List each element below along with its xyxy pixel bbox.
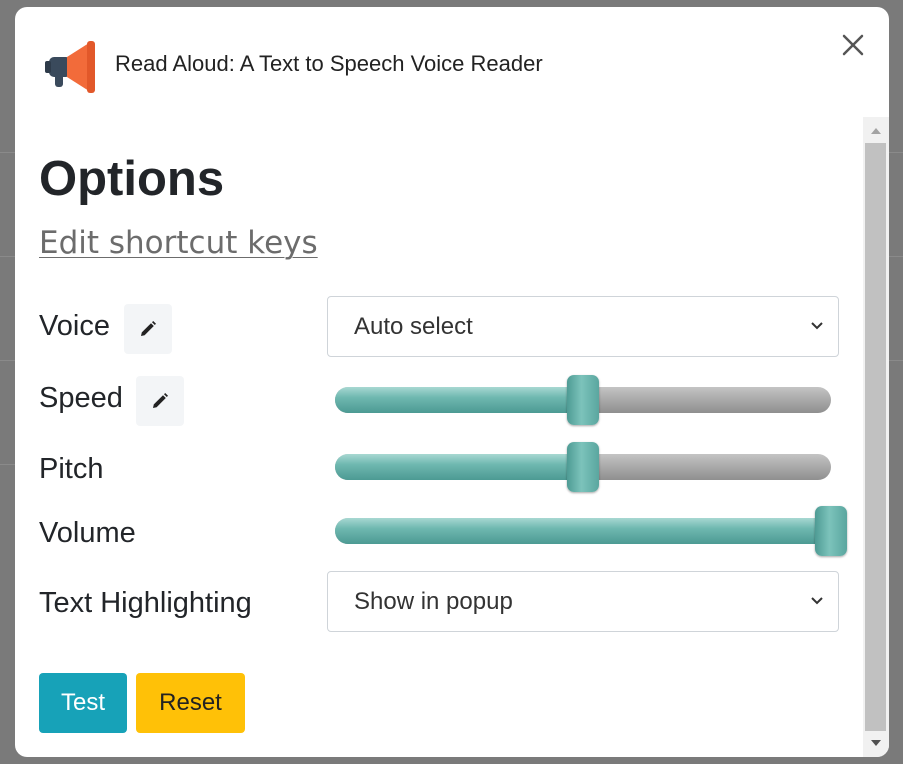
background-divider (889, 360, 903, 361)
voice-label: Voice (39, 310, 110, 342)
reset-button[interactable]: Reset (136, 673, 245, 733)
pencil-icon (141, 321, 156, 336)
page-title: Options (39, 152, 225, 206)
pitch-slider-fill (335, 454, 583, 480)
arrow-down-icon (871, 740, 881, 746)
voice-select[interactable]: Auto select (327, 296, 839, 357)
background-divider (0, 152, 15, 153)
pitch-slider[interactable] (335, 442, 831, 492)
text-highlighting-select-value: Show in popup (354, 588, 513, 615)
pencil-icon (153, 393, 168, 408)
megaphone-icon (43, 37, 101, 95)
pitch-slider-thumb[interactable] (567, 442, 599, 492)
background-divider (889, 152, 903, 153)
speed-slider-fill (335, 387, 583, 413)
pitch-label: Pitch (39, 453, 104, 485)
text-highlighting-label: Text Highlighting (39, 587, 252, 619)
volume-label: Volume (39, 517, 136, 549)
close-icon (842, 34, 864, 56)
speed-slider-thumb[interactable] (567, 375, 599, 425)
volume-slider-thumb[interactable] (815, 506, 847, 556)
volume-slider[interactable] (335, 506, 847, 556)
chevron-down-icon (811, 597, 823, 605)
scroll-up-button[interactable] (863, 117, 889, 143)
options-dialog: Read Aloud: A Text to Speech Voice Reade… (15, 7, 889, 757)
dialog-header: Read Aloud: A Text to Speech Voice Reade… (15, 7, 889, 117)
close-button[interactable] (837, 29, 869, 61)
vertical-scrollbar[interactable] (863, 117, 889, 757)
arrow-up-icon (871, 128, 881, 134)
background-divider (0, 464, 15, 465)
voice-select-value: Auto select (354, 313, 473, 340)
test-button[interactable]: Test (39, 673, 127, 733)
voice-edit-button[interactable] (124, 304, 172, 354)
volume-slider-track[interactable] (335, 518, 831, 544)
background-divider (889, 256, 903, 257)
background-divider (0, 256, 15, 257)
text-highlighting-select[interactable]: Show in popup (327, 571, 839, 632)
scrollbar-thumb[interactable] (865, 143, 886, 731)
edit-shortcut-keys-link[interactable]: Edit shortcut keys (39, 225, 318, 261)
chevron-down-icon (811, 322, 823, 330)
app-title: Read Aloud: A Text to Speech Voice Reade… (115, 51, 543, 76)
speed-edit-button[interactable] (136, 376, 184, 426)
scroll-down-button[interactable] (863, 731, 889, 757)
speed-label: Speed (39, 382, 123, 414)
background-divider (0, 360, 15, 361)
volume-slider-fill (335, 518, 831, 544)
speed-slider[interactable] (335, 375, 831, 425)
options-content: Options Edit shortcut keys Voice Auto se… (15, 117, 863, 757)
